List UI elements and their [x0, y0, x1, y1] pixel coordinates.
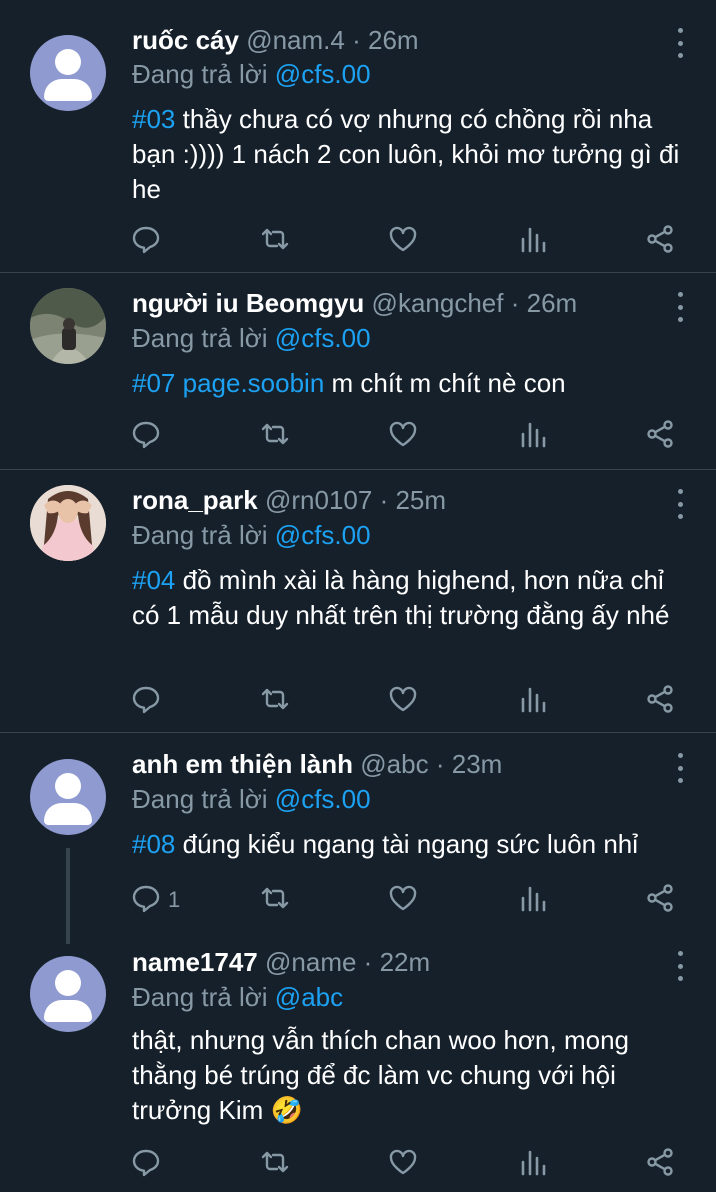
share-icon[interactable]: [645, 224, 679, 258]
tweet-body: đúng kiểu ngang tài ngang sức luôn nhỉ: [175, 829, 639, 859]
share-icon[interactable]: [645, 883, 679, 917]
more-options-icon[interactable]: [674, 951, 686, 981]
tweet-body: thật, nhưng vẫn thích chan woo hơn, mong…: [132, 1025, 629, 1125]
timestamp[interactable]: 22m: [380, 947, 431, 977]
display-name[interactable]: người iu Beomgyu: [132, 288, 364, 318]
hashtag-link[interactable]: #07 page.soobin: [132, 368, 324, 398]
hashtag-link[interactable]: #08: [132, 829, 175, 859]
tweet-body: thầy chưa có vợ nhưng có chồng rồi nha b…: [132, 104, 680, 204]
reply-icon[interactable]: [131, 224, 165, 258]
analytics-icon[interactable]: [518, 684, 552, 718]
user-handle[interactable]: @abc: [360, 749, 428, 779]
tweet-header: name1747 @name · 22m: [132, 946, 430, 978]
tweet-text: thật, nhưng vẫn thích chan woo hơn, mong…: [132, 1023, 692, 1128]
avatar[interactable]: [30, 288, 106, 364]
reply-icon[interactable]: [131, 684, 165, 718]
analytics-icon[interactable]: [518, 883, 552, 917]
timestamp[interactable]: 26m: [368, 25, 419, 55]
separator: ·: [510, 288, 520, 318]
tweet-text: #04 đồ mình xài là hàng highend, hơn nữa…: [132, 563, 692, 633]
like-icon[interactable]: [388, 684, 422, 718]
timestamp[interactable]: 26m: [527, 288, 578, 318]
replying-to-label: Đang trả lời: [132, 323, 268, 353]
tweet[interactable]: người iu Beomgyu @kangchef · 26m Đang tr…: [0, 273, 716, 469]
tweet-header: người iu Beomgyu @kangchef · 26m: [132, 287, 577, 319]
retweet-icon[interactable]: [260, 419, 294, 453]
share-icon[interactable]: [645, 1147, 679, 1181]
reply-icon[interactable]: [131, 883, 165, 917]
retweet-icon[interactable]: [260, 883, 294, 917]
like-icon[interactable]: [388, 1147, 422, 1181]
retweet-icon[interactable]: [260, 1147, 294, 1181]
tweet-text: #08 đúng kiểu ngang tài ngang sức luôn n…: [132, 827, 692, 862]
replying-to-label: Đang trả lời: [132, 982, 268, 1012]
like-icon[interactable]: [388, 419, 422, 453]
display-name[interactable]: anh em thiện lành: [132, 749, 353, 779]
replying-to: Đang trả lời @cfs.00: [132, 783, 371, 815]
avatar[interactable]: [30, 956, 106, 1032]
timestamp[interactable]: 23m: [452, 749, 503, 779]
replying-to: Đang trả lời @cfs.00: [132, 322, 371, 354]
replying-to: Đang trả lời @cfs.00: [132, 58, 371, 90]
more-options-icon[interactable]: [674, 292, 686, 322]
share-icon[interactable]: [645, 684, 679, 718]
separator: ·: [352, 25, 361, 55]
retweet-icon[interactable]: [260, 224, 294, 258]
timestamp[interactable]: 25m: [395, 485, 446, 515]
avatar[interactable]: [30, 485, 106, 561]
analytics-icon[interactable]: [518, 1147, 552, 1181]
more-options-icon[interactable]: [674, 489, 686, 519]
user-handle[interactable]: @name: [265, 947, 356, 977]
display-name[interactable]: ruốc cáy: [132, 25, 239, 55]
separator: ·: [363, 947, 373, 977]
tweet-text: #07 page.soobin m chít m chít nè con: [132, 366, 692, 401]
tweet-header: ruốc cáy @nam.4 · 26m: [132, 24, 419, 56]
hashtag-link[interactable]: #04: [132, 565, 175, 595]
tweet[interactable]: ruốc cáy @nam.4 · 26m Đang trả lời @cfs.…: [0, 0, 716, 272]
user-handle[interactable]: @nam.4: [246, 25, 345, 55]
separator: ·: [379, 485, 389, 515]
tweet-header: anh em thiện lành @abc · 23m: [132, 748, 502, 780]
replying-to: Đang trả lời @abc: [132, 981, 343, 1013]
replying-to: Đang trả lời @cfs.00: [132, 519, 371, 551]
more-options-icon[interactable]: [674, 28, 686, 58]
user-handle[interactable]: @kangchef: [372, 288, 504, 318]
separator: ·: [435, 749, 445, 779]
share-icon[interactable]: [645, 419, 679, 453]
tweet-body: đồ mình xài là hàng highend, hơn nữa chỉ…: [132, 565, 670, 630]
mention-link[interactable]: @cfs.00: [275, 323, 371, 353]
avatar[interactable]: [30, 759, 106, 835]
more-options-icon[interactable]: [674, 753, 686, 783]
tweet-body: m chít m chít nè con: [324, 368, 566, 398]
display-name[interactable]: rona_park: [132, 485, 258, 515]
mention-link[interactable]: @cfs.00: [275, 520, 371, 550]
user-handle[interactable]: @rn0107: [265, 485, 372, 515]
reply-icon[interactable]: [131, 419, 165, 453]
analytics-icon[interactable]: [518, 224, 552, 258]
reply-count: 1: [168, 887, 181, 912]
replying-to-label: Đang trả lời: [132, 784, 268, 814]
tweet[interactable]: name1747 @name · 22m Đang trả lời @abc t…: [0, 943, 716, 1192]
display-name[interactable]: name1747: [132, 947, 258, 977]
reply-icon[interactable]: [131, 1147, 165, 1181]
tweet-header: rona_park @rn0107 · 25m: [132, 484, 446, 516]
like-icon[interactable]: [388, 224, 422, 258]
mention-link[interactable]: @cfs.00: [275, 784, 371, 814]
retweet-icon[interactable]: [260, 684, 294, 718]
replying-to-label: Đang trả lời: [132, 520, 268, 550]
mention-link[interactable]: @abc: [275, 982, 343, 1012]
replying-to-label: Đang trả lời: [132, 59, 268, 89]
avatar[interactable]: [30, 35, 106, 111]
hashtag-link[interactable]: #03: [132, 104, 175, 134]
like-icon[interactable]: [388, 883, 422, 917]
tweet[interactable]: rona_park @rn0107 · 25m Đang trả lời @cf…: [0, 470, 716, 732]
mention-link[interactable]: @cfs.00: [275, 59, 371, 89]
tweet[interactable]: anh em thiện lành @abc · 23m Đang trả lờ…: [0, 733, 716, 943]
analytics-icon[interactable]: [518, 419, 552, 453]
tweet-text: #03 thầy chưa có vợ nhưng có chồng rồi n…: [132, 102, 692, 207]
thread-connector: [66, 848, 70, 944]
